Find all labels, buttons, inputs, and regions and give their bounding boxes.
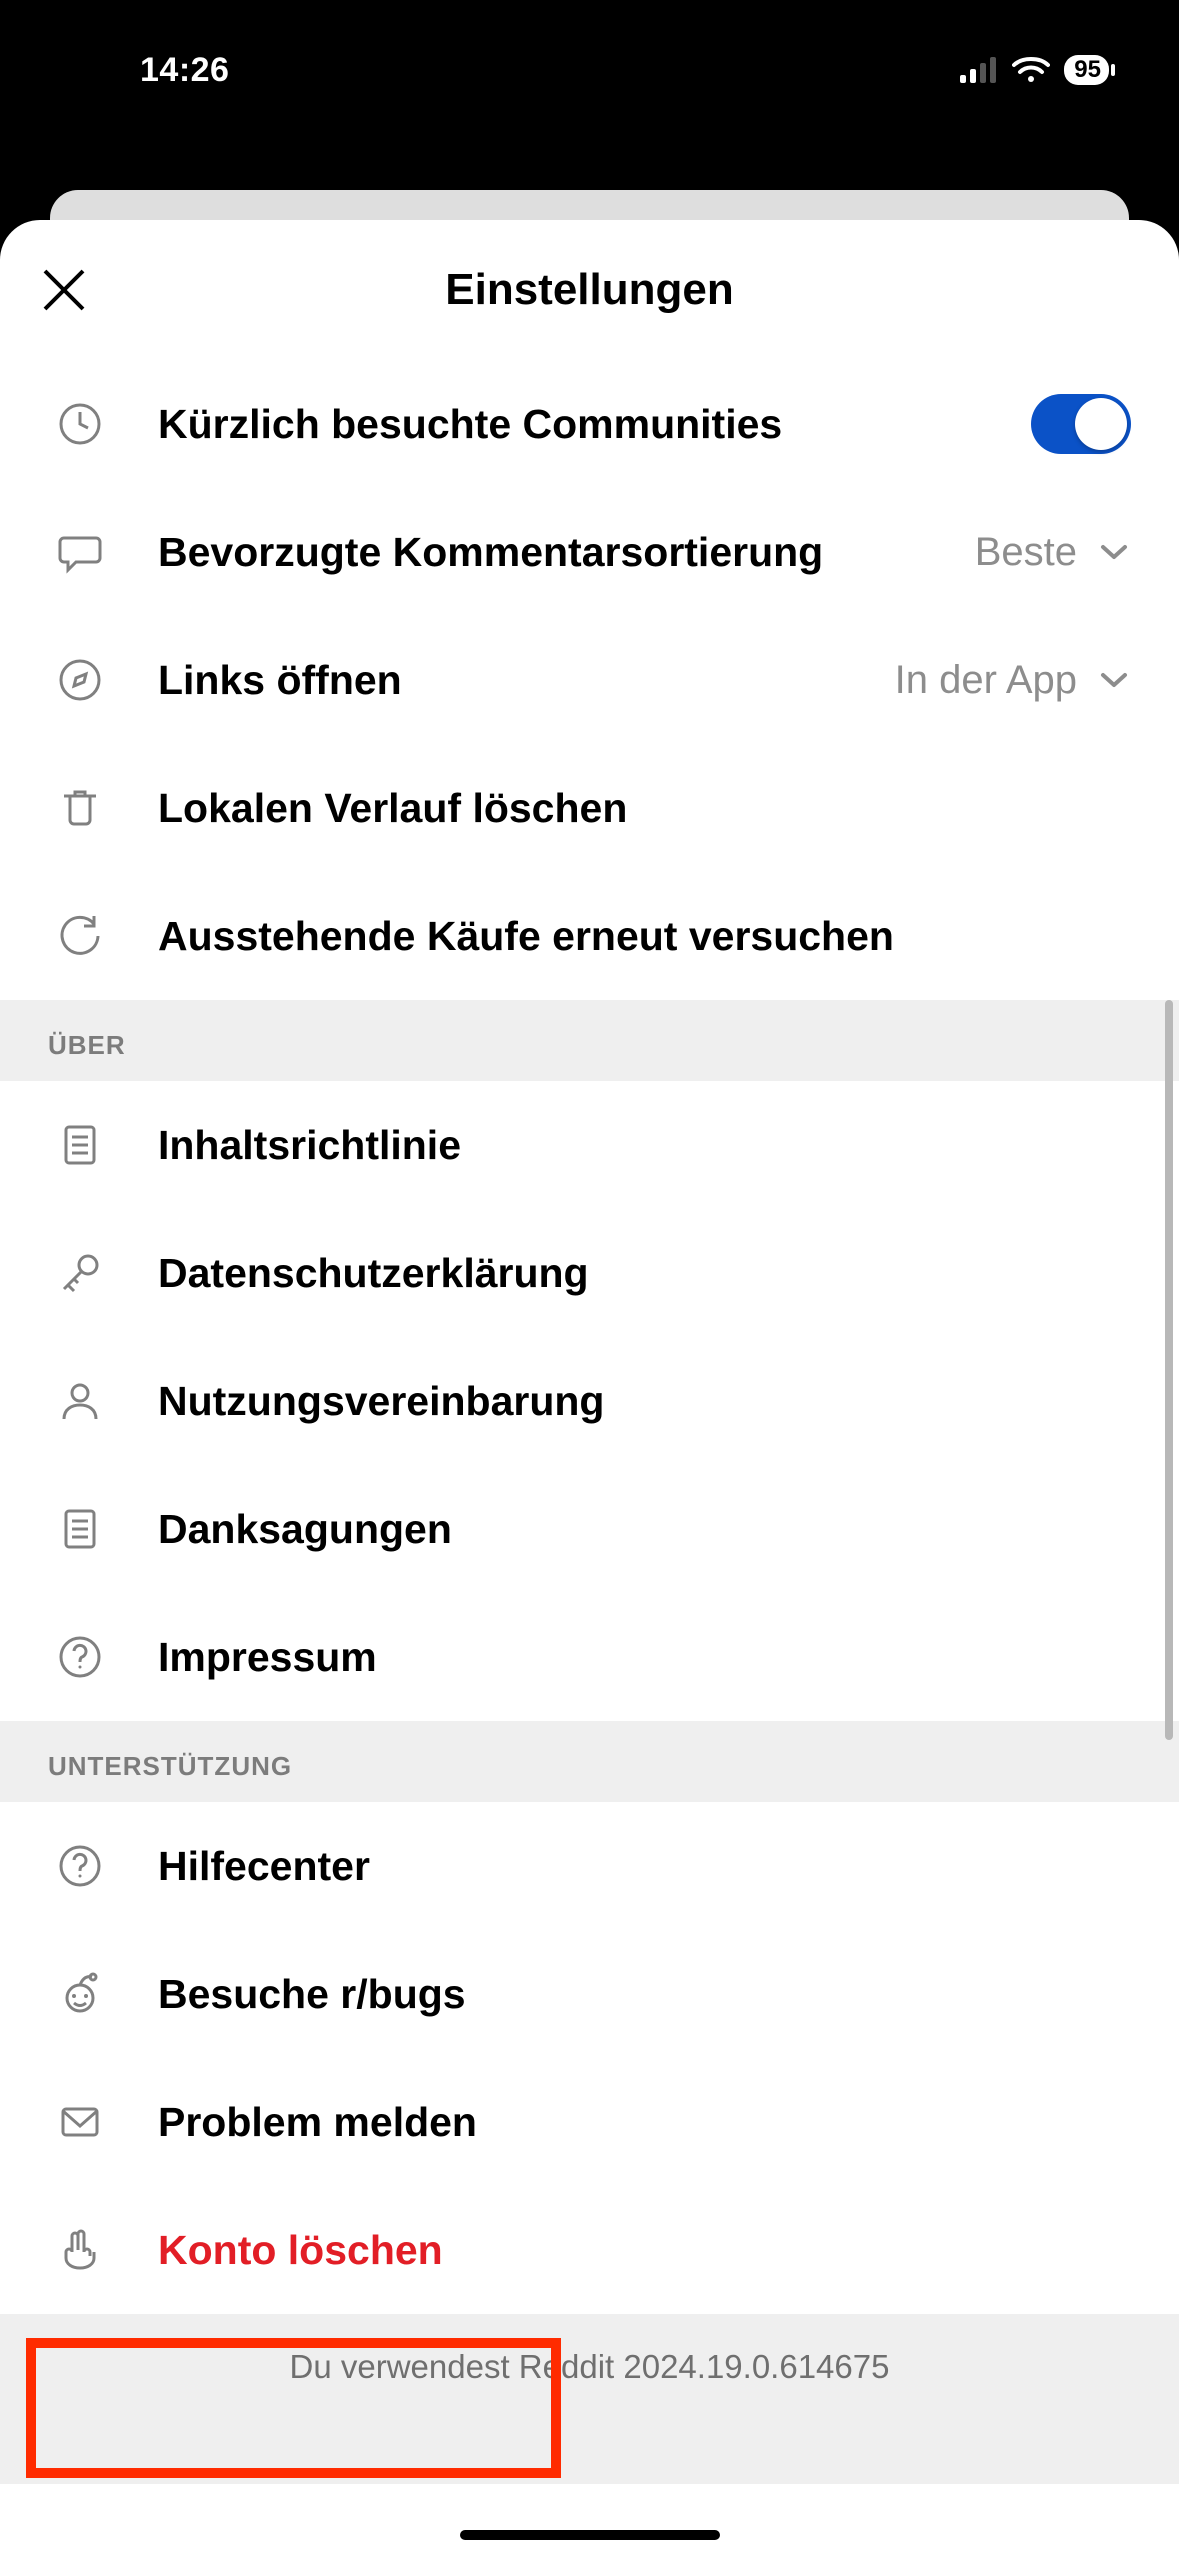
close-icon <box>39 265 89 315</box>
rules-icon <box>48 1497 112 1561</box>
status-time: 14:26 <box>140 51 229 90</box>
row-acknowledgments[interactable]: Danksagungen <box>0 1465 1179 1593</box>
status-bar: 14:26 95 <box>0 0 1179 110</box>
settings-list: Kürzlich besuchte Communities Bevorzugte… <box>0 360 1179 2484</box>
row-label: Problem melden <box>158 2099 1131 2146</box>
row-report-problem[interactable]: Problem melden <box>0 2058 1179 2186</box>
section-support: UNTERSTÜTZUNG <box>0 1721 1179 1802</box>
row-impressum[interactable]: Impressum <box>0 1593 1179 1721</box>
chevron-down-icon <box>1097 663 1131 697</box>
row-label: Besuche r/bugs <box>158 1971 1131 2018</box>
chevron-down-icon <box>1097 535 1131 569</box>
row-label: Links öffnen <box>158 657 879 704</box>
question-circle-icon <box>48 1834 112 1898</box>
mail-icon <box>48 2090 112 2154</box>
row-label: Impressum <box>158 1634 1131 1681</box>
row-label: Konto löschen <box>158 2227 1131 2274</box>
sheet-header: Einstellungen <box>0 220 1179 360</box>
row-privacy-policy[interactable]: Datenschutzerklärung <box>0 1209 1179 1337</box>
page-title: Einstellungen <box>445 265 733 315</box>
row-label: Hilfecenter <box>158 1843 1131 1890</box>
toggle-recent-communities[interactable] <box>1031 394 1131 454</box>
rules-icon <box>48 1113 112 1177</box>
row-label: Lokalen Verlauf löschen <box>158 785 1131 832</box>
home-indicator <box>460 2530 720 2540</box>
battery-indicator: 95 <box>1064 55 1109 85</box>
row-recent-communities[interactable]: Kürzlich besuchte Communities <box>0 360 1179 488</box>
row-open-links[interactable]: Links öffnen In der App <box>0 616 1179 744</box>
key-icon <box>48 1241 112 1305</box>
version-text: Du verwendest Reddit 2024.19.0.614675 <box>290 2348 890 2386</box>
row-retry-pending-purchases[interactable]: Ausstehende Käufe erneut versuchen <box>0 872 1179 1000</box>
trash-icon <box>48 776 112 840</box>
reddit-snoo-icon <box>48 1962 112 2026</box>
row-help-center[interactable]: Hilfecenter <box>0 1802 1179 1930</box>
refresh-icon <box>48 904 112 968</box>
section-header-text: ÜBER <box>48 1030 1131 1061</box>
row-label: Kürzlich besuchte Communities <box>158 401 1011 448</box>
row-label: Ausstehende Käufe erneut versuchen <box>158 913 1131 960</box>
compass-icon <box>48 648 112 712</box>
row-value: In der App <box>895 658 1077 703</box>
settings-sheet: Einstellungen Kürzlich besuchte Communit… <box>0 220 1179 2556</box>
battery-text: 95 <box>1074 56 1101 84</box>
question-circle-icon <box>48 1625 112 1689</box>
row-label: Inhaltsrichtlinie <box>158 1122 1131 1169</box>
status-icons: 95 <box>960 55 1109 85</box>
person-icon <box>48 1369 112 1433</box>
scroll-indicator <box>1165 1000 1173 1740</box>
row-label: Bevorzugte Kommentarsortierung <box>158 529 959 576</box>
clock-icon <box>48 392 112 456</box>
row-user-agreement[interactable]: Nutzungsvereinbarung <box>0 1337 1179 1465</box>
peace-hand-icon <box>48 2218 112 2282</box>
section-about: ÜBER <box>0 1000 1179 1081</box>
row-label: Datenschutzerklärung <box>158 1250 1131 1297</box>
close-button[interactable] <box>24 250 104 330</box>
row-clear-local-history[interactable]: Lokalen Verlauf löschen <box>0 744 1179 872</box>
row-value: Beste <box>975 530 1077 575</box>
row-label: Nutzungsvereinbarung <box>158 1378 1131 1425</box>
version-footer: Du verwendest Reddit 2024.19.0.614675 <box>0 2314 1179 2484</box>
row-label: Danksagungen <box>158 1506 1131 1553</box>
row-delete-account[interactable]: Konto löschen <box>0 2186 1179 2314</box>
cellular-signal-icon <box>960 57 998 83</box>
row-content-policy[interactable]: Inhaltsrichtlinie <box>0 1081 1179 1209</box>
row-visit-bugs[interactable]: Besuche r/bugs <box>0 1930 1179 2058</box>
row-comment-sort[interactable]: Bevorzugte Kommentarsortierung Beste <box>0 488 1179 616</box>
wifi-icon <box>1012 56 1050 84</box>
comment-icon <box>48 520 112 584</box>
section-header-text: UNTERSTÜTZUNG <box>48 1751 1131 1782</box>
